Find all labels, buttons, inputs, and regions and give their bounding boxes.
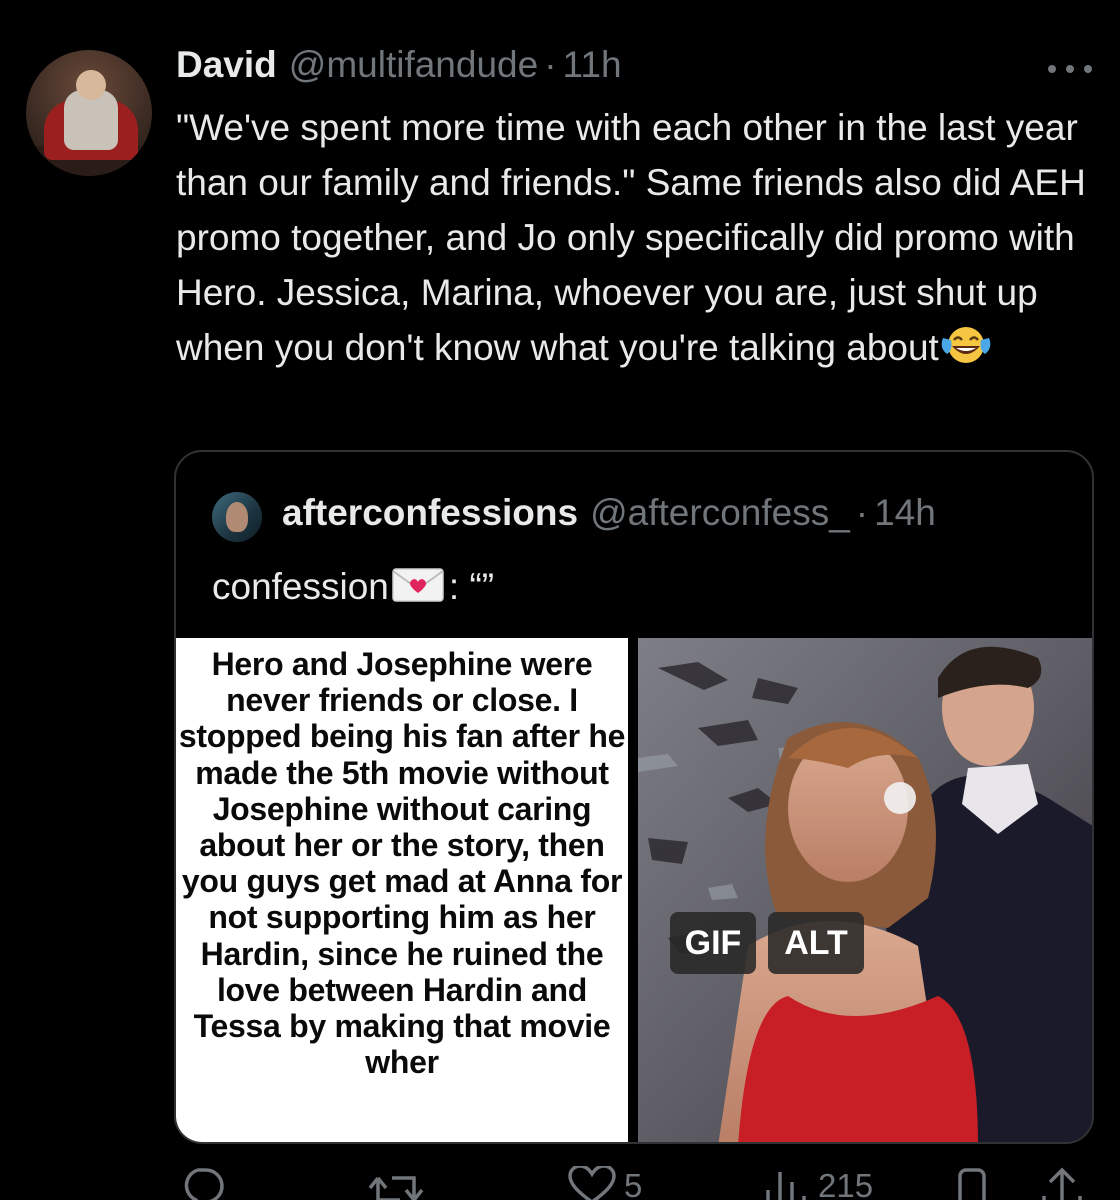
- tweet-header: David @multifandude · 11h: [176, 44, 622, 92]
- avatar-head: [76, 70, 106, 100]
- quoted-display-name[interactable]: afterconfessions: [282, 492, 578, 534]
- retweet-button[interactable]: [368, 1166, 430, 1200]
- views-button[interactable]: 215: [760, 1166, 873, 1200]
- quoted-text-suffix: : “”: [448, 566, 495, 607]
- reply-button[interactable]: [176, 1166, 234, 1200]
- gif-still-image: [638, 638, 1092, 1142]
- like-button[interactable]: 5: [566, 1166, 642, 1200]
- tweet-timestamp[interactable]: 11h: [563, 44, 622, 86]
- heart-icon: [568, 1166, 616, 1200]
- quoted-text: confession : “”: [212, 562, 494, 612]
- share-button[interactable]: [1040, 1166, 1084, 1200]
- bookmark-button[interactable]: [952, 1166, 992, 1200]
- user-handle[interactable]: @multifandude: [289, 44, 538, 86]
- confession-text-image[interactable]: Hero and Josephine were never friends or…: [176, 638, 628, 1142]
- quoted-header: afterconfessions @afterconfess_ · 14h: [282, 492, 936, 542]
- reply-icon: [184, 1168, 224, 1200]
- quoted-tweet[interactable]: afterconfessions @afterconfess_ · 14h co…: [174, 450, 1094, 1144]
- laughing-tears-emoji-icon: [941, 327, 991, 363]
- quoted-handle[interactable]: @afterconfess_: [590, 492, 850, 534]
- quoted-text-prefix: confession: [212, 566, 389, 607]
- gif-media[interactable]: [638, 638, 1092, 1142]
- separator-dot: ·: [544, 44, 557, 85]
- like-count: 5: [624, 1167, 643, 1200]
- tweet[interactable]: David @multifandude · 11h "We've spent m…: [0, 0, 1120, 1200]
- confession-image-text: Hero and Josephine were never friends or…: [178, 646, 626, 1081]
- alt-text-button[interactable]: ALT: [768, 912, 864, 974]
- views-analytics-icon: [766, 1172, 806, 1200]
- quoted-timestamp[interactable]: 14h: [874, 492, 936, 534]
- avatar[interactable]: [26, 50, 152, 176]
- love-letter-emoji-icon: [392, 568, 444, 602]
- more-options-icon[interactable]: [1048, 62, 1092, 76]
- quoted-avatar[interactable]: [212, 492, 262, 542]
- tweet-text: "We've spent more time with each other i…: [176, 100, 1096, 375]
- action-bar: 5 215: [0, 1160, 1120, 1200]
- share-icon: [1042, 1167, 1082, 1200]
- quoted-separator-dot: ·: [855, 492, 869, 533]
- retweet-icon: [368, 1176, 424, 1200]
- display-name[interactable]: David: [176, 44, 277, 86]
- bookmark-icon: [958, 1168, 986, 1200]
- views-count: 215: [818, 1167, 874, 1200]
- gif-badge: GIF: [670, 912, 756, 974]
